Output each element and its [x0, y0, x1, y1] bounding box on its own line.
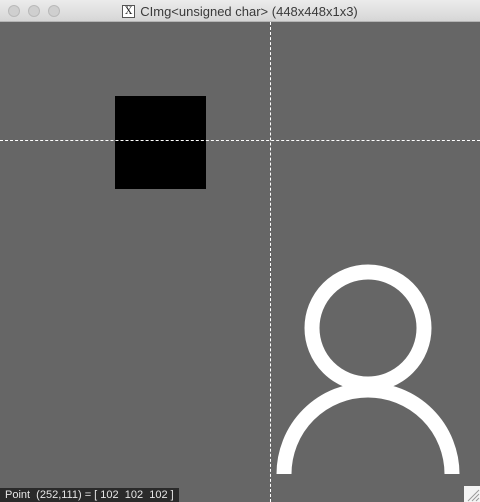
crosshair-horizontal [0, 140, 480, 141]
crosshair-vertical [270, 22, 271, 502]
image-window: X CImg<unsigned char> (448x448x1x3) Poin… [0, 0, 480, 502]
window-title-container: X CImg<unsigned char> (448x448x1x3) [0, 0, 480, 22]
user-icon-body [276, 382, 460, 475]
title-bar[interactable]: X CImg<unsigned char> (448x448x1x3) [0, 0, 480, 22]
window-title: CImg<unsigned char> (448x448x1x3) [140, 3, 358, 19]
pixel-info-status: Point (252,111) = [ 102 102 102 ] [0, 488, 179, 502]
user-icon [276, 264, 460, 475]
resize-grip-icon[interactable] [464, 486, 480, 502]
x11-icon: X [122, 4, 136, 18]
image-canvas[interactable]: Point (252,111) = [ 102 102 102 ] [0, 22, 480, 502]
user-icon-head [304, 264, 432, 392]
